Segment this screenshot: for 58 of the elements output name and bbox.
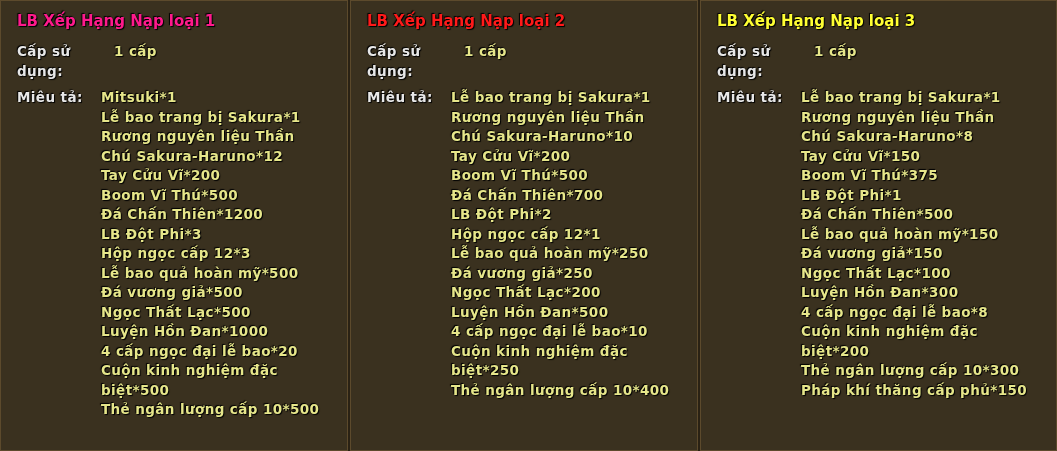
reward-item: Cuộn kinh nghiệm đặc biệt*250 [451, 341, 629, 380]
reward-item: Lễ bao trang bị Sakura*1 [101, 107, 302, 127]
reward-item: Luyện Hồn Đan*300 [801, 283, 960, 302]
reward-item: Ngọc Thất Lạc*500 [101, 302, 252, 322]
level-label: Cấp sử dụng: [367, 42, 422, 81]
description-label: Miêu tả: [717, 88, 784, 107]
reward-item: Thẻ ngân lượng cấp 10*400 [451, 380, 671, 400]
description-label: Miêu tả: [17, 88, 84, 107]
level-label: Cấp sử dụng: [717, 42, 772, 81]
reward-item: LB Đột Phi*2 [451, 205, 553, 224]
reward-item: Pháp khí thăng cấp phủ*150 [801, 380, 1029, 400]
reward-item: Đá vương giả*500 [101, 283, 244, 302]
reward-item: 4 cấp ngọc đại lễ bao*20 [101, 341, 299, 361]
reward-item: Lễ bao quả hoàn mỹ*150 [801, 224, 1000, 244]
reward-item: Lễ bao quả hoàn mỹ*250 [451, 244, 650, 263]
tooltip-title: LB Xếp Hạng Nạp loại 3 [717, 11, 917, 32]
reward-item: Cuộn kinh nghiệm đặc biệt*200 [801, 322, 979, 361]
level-value: 1 cấp [114, 42, 157, 61]
tooltip-title: LB Xếp Hạng Nạp loại 1 [17, 11, 217, 32]
level-value: 1 cấp [464, 42, 507, 61]
reward-item: Chú Sakura-Haruno*8 [801, 127, 975, 146]
reward-item: LB Đột Phi*1 [801, 185, 903, 205]
reward-item: Luyện Hồn Đan*1000 [101, 322, 270, 341]
level-value: 1 cấp [814, 42, 857, 61]
reward-item: Hộp ngọc cấp 12*1 [451, 224, 602, 244]
level-label: Cấp sử dụng: [17, 42, 72, 81]
reward-item: 4 cấp ngọc đại lễ bao*10 [451, 322, 649, 341]
reward-item: Boom Vĩ Thú*500 [451, 166, 590, 185]
reward-item: Hộp ngọc cấp 12*3 [101, 244, 252, 263]
reward-item: Ngọc Thất Lạc*100 [801, 263, 952, 283]
reward-item: Tay Cửu Vĩ*150 [801, 146, 922, 166]
reward-item: Rương nguyên liệu Thần [801, 107, 996, 127]
reward-item: Lễ bao trang bị Sakura*1 [801, 88, 1002, 107]
description-label: Miêu tả: [367, 88, 434, 107]
reward-item: Mitsuki*1 [101, 88, 178, 107]
reward-item: Đá vương giả*250 [451, 263, 594, 283]
reward-item: Ngọc Thất Lạc*200 [451, 283, 602, 302]
reward-item: Đá Chấn Thiên*1200 [101, 205, 265, 224]
reward-item: Chú Sakura-Haruno*12 [101, 146, 285, 166]
reward-item: Cuộn kinh nghiệm đặc biệt*500 [101, 361, 279, 400]
reward-item: Lễ bao trang bị Sakura*1 [451, 88, 652, 107]
reward-item: Tay Cửu Vĩ*200 [101, 166, 222, 185]
reward-item: Đá Chấn Thiên*700 [451, 185, 605, 205]
reward-item: Đá vương giả*150 [801, 244, 944, 263]
reward-item: Rương nguyên liệu Thần [101, 127, 296, 146]
reward-item: Lễ bao quả hoàn mỹ*500 [101, 263, 300, 283]
reward-item: Chú Sakura-Haruno*10 [451, 127, 635, 146]
reward-item: Đá Chấn Thiên*500 [801, 205, 955, 224]
reward-item: Boom Vĩ Thú*500 [101, 185, 240, 205]
reward-item: Rương nguyên liệu Thần [451, 107, 646, 127]
tooltip-title: LB Xếp Hạng Nạp loại 2 [367, 11, 567, 32]
reward-item: Luyện Hồn Đan*500 [451, 302, 610, 322]
reward-item: Thẻ ngân lượng cấp 10*500 [101, 400, 321, 419]
reward-item: Tay Cửu Vĩ*200 [451, 146, 572, 166]
reward-item: Boom Vĩ Thú*375 [801, 166, 940, 185]
reward-item: 4 cấp ngọc đại lễ bao*8 [801, 302, 990, 322]
reward-item: Thẻ ngân lượng cấp 10*300 [801, 361, 1021, 380]
reward-item: LB Đột Phi*3 [101, 224, 203, 244]
